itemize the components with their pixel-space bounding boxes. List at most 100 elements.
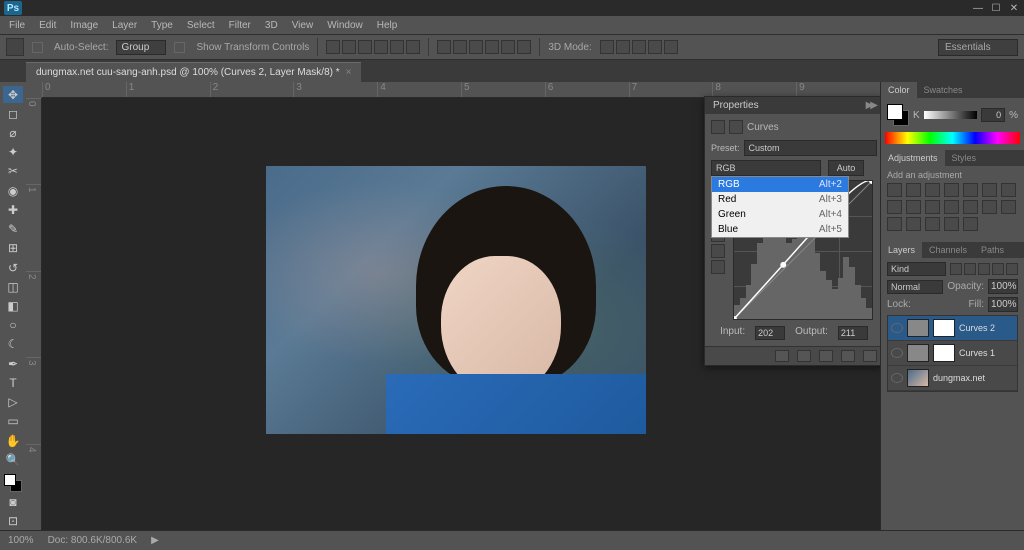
distribute-icon[interactable] bbox=[501, 40, 515, 54]
layer-name[interactable]: Curves 1 bbox=[959, 348, 995, 358]
slide-icon[interactable] bbox=[648, 40, 662, 54]
tab-styles[interactable]: Styles bbox=[945, 150, 984, 166]
zoom-icon[interactable] bbox=[664, 40, 678, 54]
filter-shape-icon[interactable] bbox=[992, 263, 1004, 275]
foreground-background-colors[interactable] bbox=[4, 474, 22, 491]
layer-row[interactable]: Curves 2 bbox=[888, 316, 1017, 341]
panel-collapse-icon[interactable]: ▶▶ bbox=[866, 100, 875, 111]
align-icon[interactable] bbox=[390, 40, 404, 54]
menu-filter[interactable]: Filter bbox=[222, 18, 258, 33]
channel-option-blue[interactable]: BlueAlt+5 bbox=[712, 222, 848, 237]
distribute-icon[interactable] bbox=[453, 40, 467, 54]
bw-icon[interactable] bbox=[887, 200, 902, 214]
align-icon[interactable] bbox=[406, 40, 420, 54]
tab-paths[interactable]: Paths bbox=[974, 242, 1011, 258]
move-tool[interactable]: ✥ bbox=[3, 86, 23, 103]
history-brush-tool[interactable]: ↺ bbox=[3, 259, 23, 276]
status-arrow-icon[interactable]: ▶ bbox=[151, 535, 159, 546]
filter-type-icon[interactable] bbox=[978, 263, 990, 275]
layer-name[interactable]: dungmax.net bbox=[933, 373, 985, 383]
eyedropper-tool[interactable]: ◉ bbox=[3, 182, 23, 199]
visibility-icon[interactable] bbox=[797, 350, 811, 362]
distribute-icon[interactable] bbox=[469, 40, 483, 54]
channel-option-red[interactable]: RedAlt+3 bbox=[712, 192, 848, 207]
threshold-icon[interactable] bbox=[1001, 200, 1016, 214]
minimize-button[interactable]: — bbox=[972, 2, 984, 14]
adj-icon[interactable] bbox=[944, 217, 959, 231]
blend-mode-dropdown[interactable]: Normal bbox=[887, 280, 943, 294]
auto-button[interactable]: Auto bbox=[828, 160, 865, 176]
wand-tool[interactable]: ✦ bbox=[3, 144, 23, 161]
vibrance-icon[interactable] bbox=[963, 183, 978, 197]
channel-dropdown[interactable]: RGB bbox=[711, 160, 821, 176]
ruler-vertical[interactable]: 01234 bbox=[26, 98, 42, 530]
roll-icon[interactable] bbox=[616, 40, 630, 54]
shape-tool[interactable]: ▭ bbox=[3, 413, 23, 430]
menu-edit[interactable]: Edit bbox=[32, 18, 63, 33]
distribute-icon[interactable] bbox=[517, 40, 531, 54]
layer-filter-kind[interactable]: Kind bbox=[887, 262, 946, 276]
chanmixer-icon[interactable] bbox=[925, 200, 940, 214]
color-swatch[interactable] bbox=[887, 104, 909, 126]
canvas-area[interactable]: 0123456789 01234 Properties ▶▶ Curves bbox=[26, 82, 880, 530]
pen-tool[interactable]: ✒ bbox=[3, 355, 23, 372]
brush-tool[interactable]: ✎ bbox=[3, 221, 23, 238]
align-icon[interactable] bbox=[326, 40, 340, 54]
brightness-icon[interactable] bbox=[887, 183, 902, 197]
blur-tool[interactable]: ○ bbox=[3, 317, 23, 334]
previous-state-icon[interactable] bbox=[819, 350, 833, 362]
marquee-tool[interactable]: ◻ bbox=[3, 105, 23, 122]
posterize-icon[interactable] bbox=[982, 200, 997, 214]
filter-adj-icon[interactable] bbox=[964, 263, 976, 275]
layer-name[interactable]: Curves 2 bbox=[959, 323, 995, 333]
visibility-toggle[interactable] bbox=[891, 348, 903, 358]
zoom-level[interactable]: 100% bbox=[8, 535, 34, 546]
hand-tool[interactable]: ✋ bbox=[3, 432, 23, 449]
menu-file[interactable]: File bbox=[2, 18, 32, 33]
white-point-tool[interactable] bbox=[711, 260, 725, 274]
clip-icon[interactable] bbox=[775, 350, 789, 362]
photofilter-icon[interactable] bbox=[906, 200, 921, 214]
distribute-icon[interactable] bbox=[437, 40, 451, 54]
colorbal-icon[interactable] bbox=[1001, 183, 1016, 197]
document-canvas[interactable] bbox=[266, 166, 646, 434]
menu-image[interactable]: Image bbox=[63, 18, 105, 33]
trash-icon[interactable] bbox=[863, 350, 877, 362]
pan-icon[interactable] bbox=[632, 40, 646, 54]
curves-icon[interactable] bbox=[925, 183, 940, 197]
align-icon[interactable] bbox=[342, 40, 356, 54]
dodge-tool[interactable]: ☾ bbox=[3, 336, 23, 353]
gradient-tool[interactable]: ◧ bbox=[3, 297, 23, 314]
color-ramp[interactable] bbox=[885, 132, 1020, 144]
fill-value[interactable]: 100% bbox=[988, 297, 1018, 312]
layer-thumb[interactable] bbox=[907, 344, 929, 362]
maximize-button[interactable]: ☐ bbox=[990, 2, 1002, 14]
tab-swatches[interactable]: Swatches bbox=[917, 82, 970, 98]
mask-icon[interactable] bbox=[729, 120, 743, 134]
lasso-tool[interactable]: ⌀ bbox=[3, 124, 23, 141]
menu-help[interactable]: Help bbox=[370, 18, 405, 33]
stamp-tool[interactable]: ⊞ bbox=[3, 240, 23, 257]
quickmask-tool[interactable]: ◙ bbox=[3, 494, 23, 511]
crop-tool[interactable]: ✂ bbox=[3, 163, 23, 180]
doc-size[interactable]: Doc: 800.6K/800.6K bbox=[48, 535, 138, 546]
auto-select-checkbox[interactable] bbox=[32, 42, 43, 53]
tab-layers[interactable]: Layers bbox=[881, 242, 922, 258]
menu-window[interactable]: Window bbox=[320, 18, 370, 33]
levels-icon[interactable] bbox=[906, 183, 921, 197]
filter-pixel-icon[interactable] bbox=[950, 263, 962, 275]
filter-smart-icon[interactable] bbox=[1006, 263, 1018, 275]
align-icon[interactable] bbox=[374, 40, 388, 54]
invert-icon[interactable] bbox=[963, 200, 978, 214]
menu-3d[interactable]: 3D bbox=[258, 18, 285, 33]
visibility-toggle[interactable] bbox=[891, 373, 903, 383]
menu-type[interactable]: Type bbox=[144, 18, 180, 33]
close-button[interactable]: ✕ bbox=[1008, 2, 1020, 14]
visibility-toggle[interactable] bbox=[891, 323, 903, 333]
properties-panel-tab[interactable]: Properties ▶▶ bbox=[705, 97, 880, 114]
adj-icon[interactable] bbox=[963, 217, 978, 231]
layer-thumb[interactable] bbox=[907, 369, 929, 387]
tab-adjustments[interactable]: Adjustments bbox=[881, 150, 945, 166]
adj-icon[interactable] bbox=[925, 217, 940, 231]
type-tool[interactable]: T bbox=[3, 374, 23, 391]
